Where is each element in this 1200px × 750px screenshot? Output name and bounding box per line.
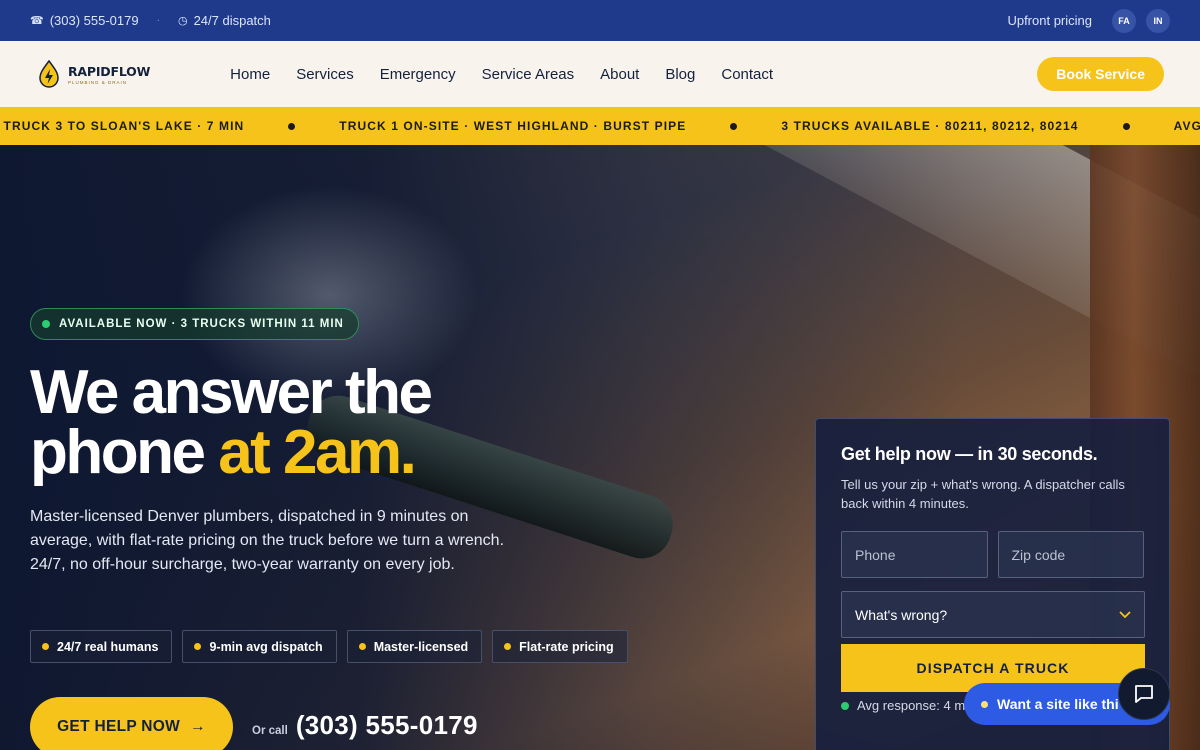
availability-badge: AVAILABLE NOW · 3 TRUCKS WITHIN 11 MIN xyxy=(30,308,359,340)
widget-dot xyxy=(981,700,988,708)
nav-item-blog[interactable]: Blog xyxy=(665,66,695,83)
ticker-item: · TRUCK 3 TO SLOAN'S LAKE · 7 MIN xyxy=(0,119,245,133)
brand-logo[interactable]: RAPIDFLOW PLUMBING & DRAIN xyxy=(38,60,150,88)
main-nav: RAPIDFLOW PLUMBING & DRAIN Home Services… xyxy=(0,41,1200,107)
nav-menu: Home Services Emergency Service Areas Ab… xyxy=(230,66,773,83)
want-site-text: Want a site like thi xyxy=(997,696,1119,712)
ticker-item: TRUCK 1 ON-SITE · WEST HIGHLAND · BURST … xyxy=(339,119,687,133)
topbar-phone-text: (303) 555-0179 xyxy=(49,13,139,28)
status-dot xyxy=(42,320,50,328)
status-dot xyxy=(841,701,849,710)
logo-text: RAPIDFLOW PLUMBING & DRAIN xyxy=(68,64,150,85)
headline-line1: We answer the xyxy=(30,358,433,427)
clock-icon: ◷ xyxy=(177,15,188,27)
feature-chip: 24/7 real humans xyxy=(30,630,173,663)
phone-field[interactable]: Phone xyxy=(841,531,988,578)
form-row: Phone Zip code xyxy=(841,531,1144,578)
hero-description: Master-licensed Denver plumbers, dispatc… xyxy=(30,508,505,573)
ticker-separator xyxy=(1122,122,1130,130)
avg-response-text: Avg response: 4 m xyxy=(857,698,966,713)
topbar-separator: · xyxy=(156,15,160,26)
language-fa-button[interactable]: FA xyxy=(1112,8,1136,33)
get-help-now-button[interactable]: GET HELP NOW → xyxy=(30,697,233,750)
bolt-logo-icon xyxy=(39,60,59,88)
status-ticker: · TRUCK 3 TO SLOAN'S LAKE · 7 MIN TRUCK … xyxy=(0,107,1200,145)
hero-phone-link[interactable]: (303) 555-0179 xyxy=(296,710,478,741)
ticker-separator xyxy=(288,122,296,130)
topbar-right: Upfront pricing FA IN xyxy=(1007,8,1170,33)
nav-item-services[interactable]: Services xyxy=(296,66,354,83)
issue-select[interactable]: What's wrong? xyxy=(841,591,1145,638)
nav-item-contact[interactable]: Contact xyxy=(721,66,773,83)
arrow-right-icon: → xyxy=(190,718,206,735)
headline-line2-prefix: phone xyxy=(30,418,219,487)
topbar-dispatch: ◷ 24/7 dispatch xyxy=(178,13,271,28)
chip-label: 24/7 real humans xyxy=(57,639,159,654)
nav-item-service-areas[interactable]: Service Areas xyxy=(482,66,575,83)
feature-chip: 9-min avg dispatch xyxy=(182,630,337,663)
ticker-item: 3 TRUCKS AVAILABLE · 80211, 80212, 80214 xyxy=(781,119,1079,133)
topbar-dispatch-text: 24/7 dispatch xyxy=(193,13,271,28)
topbar-phone-link[interactable]: ☎ (303) 555-0179 xyxy=(30,13,139,28)
form-subtitle: Tell us your zip + what's wrong. A dispa… xyxy=(841,477,1125,511)
chip-label: Flat-rate pricing xyxy=(519,639,614,654)
availability-text: AVAILABLE NOW · 3 TRUCKS WITHIN 11 MIN xyxy=(59,318,344,330)
nav-item-home[interactable]: Home xyxy=(230,66,270,83)
feature-chips: 24/7 real humans 9-min avg dispatch Mast… xyxy=(30,630,628,663)
brand-tagline: PLUMBING & DRAIN xyxy=(68,79,128,85)
nav-item-about[interactable]: About xyxy=(600,66,639,83)
chat-launcher-button[interactable] xyxy=(1118,668,1170,720)
book-service-button[interactable]: Book Service xyxy=(1037,57,1164,91)
or-call-label: Or call xyxy=(252,725,288,737)
utility-bar: ☎ (303) 555-0179 · ◷ 24/7 dispatch Upfro… xyxy=(0,0,1200,41)
feature-chip: Flat-rate pricing xyxy=(492,630,628,663)
phone-icon: ☎ xyxy=(30,15,44,27)
chip-label: Master-licensed xyxy=(373,639,469,654)
ticker-track: · TRUCK 3 TO SLOAN'S LAKE · 7 MIN TRUCK … xyxy=(0,119,1200,133)
feature-chip: Master-licensed xyxy=(346,630,483,663)
chip-label: 9-min avg dispatch xyxy=(209,639,323,654)
upfront-pricing-link[interactable]: Upfront pricing xyxy=(1007,13,1092,28)
chip-dot xyxy=(42,643,49,650)
chip-dot xyxy=(358,643,366,650)
language-in-button[interactable]: IN xyxy=(1146,8,1170,33)
issue-select-value: What's wrong? xyxy=(855,606,948,623)
nav-item-emergency[interactable]: Emergency xyxy=(380,66,456,83)
ticker-separator xyxy=(730,122,738,130)
call-block: Or call (303) 555-0179 xyxy=(252,710,478,741)
hero-headline: We answer the phone at 2am. xyxy=(30,362,433,484)
form-title: Get help now — in 30 seconds. xyxy=(841,444,1098,464)
ticker-item: AVG xyxy=(1173,119,1200,133)
brand-name: RAPIDFLOW xyxy=(68,63,151,79)
chat-icon xyxy=(1135,685,1153,703)
zip-code-field[interactable]: Zip code xyxy=(997,531,1144,578)
chip-dot xyxy=(194,643,202,650)
chip-dot xyxy=(504,643,512,650)
cta-label: GET HELP NOW xyxy=(57,718,181,735)
headline-accent: at 2am. xyxy=(218,418,417,487)
chevron-down-icon xyxy=(1119,610,1131,618)
hero-section: AVAILABLE NOW · 3 TRUCKS WITHIN 11 MIN W… xyxy=(0,145,1200,750)
